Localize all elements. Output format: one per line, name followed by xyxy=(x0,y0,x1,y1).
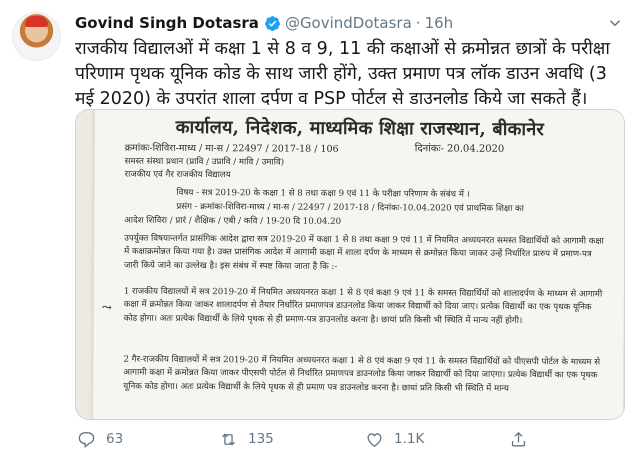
reply-count: 63 xyxy=(106,431,124,447)
author-handle[interactable]: @GovindDotasra xyxy=(285,14,412,32)
tweet-actions: 63 135 1.1K xyxy=(75,425,623,453)
document-reference-2: आदेश शिविरा / प्रारं / शैक्षिक / एबी / क… xyxy=(124,215,342,227)
like-icon xyxy=(367,432,382,447)
document-subject: विषय - सत्र 2019-20 के कक्षा 1 से 8 तथा … xyxy=(176,187,470,200)
document-photo: कार्यालय, निदेशक, माध्यमिक शिक्षा राजस्थ… xyxy=(92,110,624,419)
avatar[interactable] xyxy=(12,12,61,61)
share-button[interactable] xyxy=(509,430,538,449)
separator-dot: · xyxy=(415,14,421,32)
document-ref-number: क्रमांकः-शिविरा-माध्य / मा-स / 22497 / 2… xyxy=(124,142,339,155)
tweet-header: Govind Singh Dotasra @GovindDotasra · 16… xyxy=(75,12,453,34)
document-date: दिनांकः- 20.04.2020 xyxy=(414,143,505,155)
document-point-2: 2 गैर-राजकीय विद्यालयों में सत्र 2019-20… xyxy=(123,354,601,394)
retweet-count: 135 xyxy=(248,431,274,447)
document-title: कार्यालय, निदेशक, माध्यमिक शिक्षा राजस्थ… xyxy=(175,116,545,141)
margin-arrow-mark: ⤳ xyxy=(101,300,112,315)
document-paragraph: उपर्युक्त विषयान्तर्गत प्रासंगिक आदेश द्… xyxy=(124,233,604,272)
retweet-icon xyxy=(222,432,235,446)
like-count: 1.1K xyxy=(394,431,425,447)
author-name[interactable]: Govind Singh Dotasra xyxy=(75,14,259,32)
reply-icon xyxy=(78,431,95,448)
share-icon xyxy=(511,431,526,447)
tweet-timestamp[interactable]: 16h xyxy=(425,14,454,32)
tweet-media-image[interactable]: कार्यालय, निदेशक, माध्यमिक शिक्षा राजस्थ… xyxy=(75,109,625,420)
tweet-card[interactable]: Govind Singh Dotasra @GovindDotasra · 16… xyxy=(0,0,638,463)
document-recipient-2: राजकीय एवं गैर राजकीय विद्यालय xyxy=(124,169,231,181)
like-button[interactable]: 1.1K xyxy=(365,430,424,449)
reply-button[interactable]: 63 xyxy=(77,430,123,449)
document-point-1: 1 राजकीय विद्यालयों में सत्र 2019-20 में… xyxy=(123,286,603,326)
tweet-text: राजकीय विद्यालओं में कक्षा 1 से 8 व 9, 1… xyxy=(75,39,610,109)
caret-down-icon[interactable] xyxy=(606,14,624,32)
verified-badge-icon xyxy=(265,15,280,31)
retweet-button[interactable]: 135 xyxy=(219,430,274,449)
